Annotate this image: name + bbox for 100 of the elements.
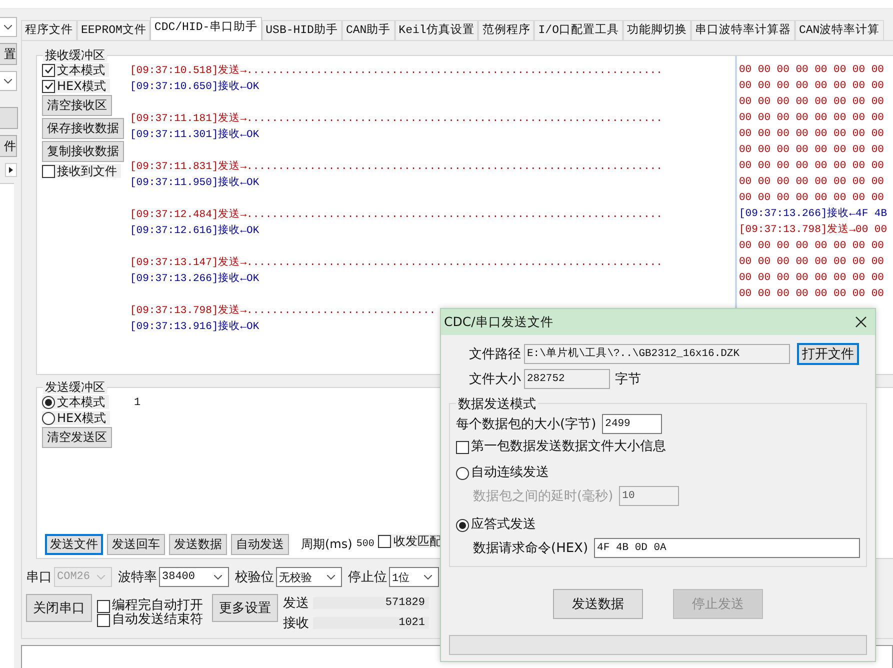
- log-line: [09:37:12.616]接收←OK: [130, 223, 260, 239]
- log-line: [09:37:11.950]接收←OK: [130, 175, 260, 191]
- send-text: 1: [133, 396, 141, 411]
- field-label: 校验位: [235, 569, 274, 586]
- dialog-title: CDC/串口发送文件: [444, 314, 554, 330]
- field-label: 文件大小: [468, 371, 521, 388]
- checkbox[interactable]: 接收到文件: [42, 164, 121, 178]
- counter-value: 571829: [313, 597, 429, 609]
- tab[interactable]: CDC/HID-串口助手: [150, 17, 262, 40]
- button[interactable]: 更多设置: [212, 594, 278, 622]
- log-line: [09:37:13.266]接收←OK: [130, 271, 260, 287]
- tab[interactable]: 串口波特率计算器: [691, 20, 795, 40]
- log-line: 00 00 00 00 00 00 00 00: [739, 159, 885, 174]
- group-title: 数据发送模式: [456, 395, 538, 413]
- caret-icon: [4, 78, 12, 84]
- tab[interactable]: EEPROM文件: [77, 20, 150, 40]
- tab[interactable]: I/O口配置工具: [534, 20, 623, 40]
- log-line: 00 00 00 00 00 00 00 00: [739, 127, 885, 142]
- field-label: 文件路径: [468, 346, 521, 363]
- button[interactable]: 发送回车: [107, 534, 165, 555]
- caret-icon: [97, 574, 105, 580]
- dropdown[interactable]: 38400: [159, 567, 229, 587]
- checkbox[interactable]: 第一包数据发送数据文件大小信息: [456, 440, 670, 454]
- log-line: [09:37:13.266]接收←4F 4B: [739, 206, 888, 222]
- log-line: [09:37:13.798]发送→00 00: [739, 222, 888, 238]
- log-line: [09:37:11.301]接收←OK: [130, 127, 260, 143]
- field-label: 数据包之间的延时(毫秒): [473, 488, 614, 505]
- tab[interactable]: 范例程序: [478, 20, 534, 40]
- button[interactable]: 发送数据: [553, 589, 643, 619]
- side-button[interactable]: 置: [0, 43, 17, 65]
- log-line: [09:37:13.147]发送→..................................................................: [130, 256, 662, 271]
- radio-button[interactable]: HEX模式: [42, 411, 110, 425]
- group-title: 发送缓冲区: [43, 380, 107, 394]
- button[interactable]: 关闭串口: [26, 594, 92, 622]
- field-label: 串口: [26, 569, 52, 586]
- counter-label: 接收: [283, 615, 309, 632]
- log-line: 00 00 00 00 00 00 00 00: [739, 95, 885, 110]
- tab[interactable]: CAN波特率计算: [795, 20, 884, 40]
- unit-label: 字节: [615, 371, 641, 388]
- input-field[interactable]: 4F 4B 0D 0A: [594, 538, 860, 558]
- button[interactable]: 打开文件: [797, 343, 859, 365]
- period-label: 周期(ms): [301, 536, 352, 553]
- log-line: 00 00 00 00 00 00 00 00: [739, 191, 885, 206]
- dropdown[interactable]: 无校验: [276, 567, 342, 587]
- radio-button[interactable]: 应答式发送: [456, 518, 540, 532]
- field-label: 每个数据包的大小(字节): [456, 416, 596, 433]
- dropdown[interactable]: [0, 17, 17, 37]
- counter-value: 1021: [313, 617, 429, 629]
- tab[interactable]: USB-HID助手: [262, 20, 342, 40]
- log-line: 00 00 00 00 00 00 00 00: [739, 143, 885, 158]
- log-line: 00 00 00 00 00 00 00 00: [739, 239, 885, 254]
- input-field[interactable]: 10: [619, 486, 680, 506]
- radio-button[interactable]: 自动连续发送: [456, 466, 553, 480]
- log-line: 00 00 00 00 00 00 00 00: [739, 79, 885, 94]
- log-line: 00 00 00 00 00 00 00 00: [739, 63, 885, 78]
- button[interactable]: 保存接收数据: [42, 118, 124, 139]
- path-field[interactable]: E:\单片机\工具\?..\GB2312_16x16.DZK: [524, 344, 790, 364]
- side-button[interactable]: 件: [0, 135, 17, 157]
- caret-icon: [214, 574, 222, 580]
- log-line: [09:37:10.650]接收←OK: [130, 79, 260, 95]
- group-title: 接收缓冲区: [43, 48, 107, 62]
- packet-size-field[interactable]: 2499: [602, 414, 662, 434]
- log-line: 00 00 00 00 00 00 00 00: [739, 287, 885, 302]
- tab[interactable]: Keil仿真设置: [394, 20, 478, 40]
- log-line: [09:37:11.831]发送→..................................................................: [130, 160, 662, 175]
- button[interactable]: 清空接收区: [42, 95, 112, 116]
- log-line: [09:37:12.484]发送→..................................................................: [130, 208, 662, 223]
- log-line: [09:37:10.518]发送→..................................................................: [130, 64, 662, 79]
- button[interactable]: 发送数据: [169, 534, 227, 555]
- checkbox[interactable]: 编程完自动打开: [97, 599, 207, 613]
- checkbox[interactable]: HEX模式: [42, 79, 110, 93]
- log-line: 00 00 00 00 00 00 00 00: [739, 255, 885, 270]
- checkbox[interactable]: 文本模式: [42, 63, 109, 77]
- close-icon[interactable]: [855, 316, 867, 328]
- caret-icon: [4, 24, 12, 30]
- log-line: [09:37:13.916]接收←OK: [130, 319, 260, 335]
- button[interactable]: 清空发送区: [42, 427, 112, 448]
- button[interactable]: 自动发送: [231, 534, 289, 555]
- period-field[interactable]: 500: [356, 539, 374, 550]
- field-label: 停止位: [348, 569, 387, 586]
- log-line: [09:37:13.798]发送→..............................: [130, 304, 436, 319]
- log-line: [09:37:11.181]发送→..................................................................: [130, 112, 662, 127]
- dropdown[interactable]: 1位: [389, 567, 439, 587]
- caret-icon: [327, 574, 335, 580]
- radio-button[interactable]: 文本模式: [42, 395, 109, 409]
- size-field[interactable]: 282752: [524, 369, 610, 389]
- field-label: 波特率: [118, 569, 157, 586]
- button[interactable]: 复制接收数据: [42, 141, 124, 162]
- tab[interactable]: CAN助手: [342, 20, 395, 40]
- field-label: 数据请求命令(HEX): [473, 540, 588, 557]
- log-line: 00 00 00 00 00 00 00 00: [739, 111, 885, 126]
- tab[interactable]: 程序文件: [21, 20, 77, 40]
- triangle-icon: [9, 167, 13, 173]
- checkbox[interactable]: 自动发送结束符: [97, 613, 207, 627]
- scroll-arrow-button[interactable]: [5, 163, 17, 177]
- button[interactable]: 发送文件: [45, 534, 103, 555]
- caret-icon: [424, 574, 432, 580]
- log-line: 00 00 00 00 00 00 00 00: [739, 271, 885, 286]
- tab[interactable]: 功能脚切换: [623, 20, 691, 40]
- dropdown[interactable]: [0, 71, 17, 91]
